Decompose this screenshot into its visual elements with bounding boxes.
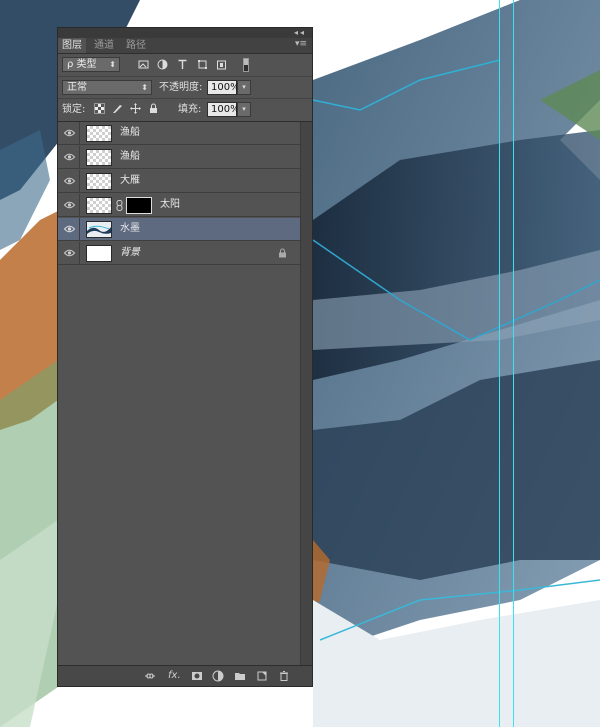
layer-list: 渔船 渔船 大雁 太阳 水墨 背景 bbox=[58, 122, 300, 667]
fill-input[interactable]: 100% bbox=[207, 102, 240, 117]
layer-thumbnail[interactable] bbox=[86, 173, 112, 190]
lock-transparency-icon[interactable] bbox=[94, 103, 105, 114]
new-layer-icon[interactable] bbox=[256, 670, 268, 682]
layer-row-fishing-boat-2[interactable]: 渔船 bbox=[58, 146, 300, 169]
type-filter-icon[interactable] bbox=[177, 59, 188, 70]
lock-fill-row: 锁定: 填充: 100% ▾ bbox=[58, 99, 312, 122]
opacity-label: 不透明度: bbox=[159, 82, 203, 93]
double-chevron-icon[interactable]: ◂◂ bbox=[294, 28, 306, 38]
divider bbox=[79, 146, 80, 168]
visibility-eye-icon[interactable] bbox=[64, 225, 75, 233]
blend-opacity-row: 正常 ⬍ 不透明度: 100% ▾ bbox=[58, 76, 312, 99]
filter-type-dropdown[interactable]: ρ 类型 ⬍ bbox=[62, 57, 120, 72]
layer-thumbnail[interactable] bbox=[86, 125, 112, 142]
layers-panel: ◂◂ 图层 通道 路径 ▾≡ ρ 类型 ⬍ 正常 ⬍ 不透明度: 100% ▾ … bbox=[57, 27, 313, 687]
tab-layers[interactable]: 图层 bbox=[58, 38, 86, 53]
new-group-folder-icon[interactable] bbox=[234, 670, 246, 682]
layer-name[interactable]: 太阳 bbox=[160, 194, 180, 216]
blend-mode-value: 正常 bbox=[67, 82, 87, 93]
panel-menu-icon[interactable]: ▾≡ bbox=[295, 39, 307, 49]
smart-object-filter-icon[interactable] bbox=[216, 59, 227, 70]
visibility-eye-icon[interactable] bbox=[64, 129, 75, 137]
opacity-slider-button[interactable]: ▾ bbox=[237, 80, 251, 95]
layer-name[interactable]: 背景 bbox=[120, 242, 140, 264]
layer-row-fishing-boat-1[interactable]: 渔船 bbox=[58, 122, 300, 145]
layer-row-ink[interactable]: 水墨 bbox=[58, 218, 300, 241]
layer-thumbnail[interactable] bbox=[86, 221, 112, 238]
panel-bottom-bar: fx. bbox=[58, 665, 312, 686]
fill-label: 填充: bbox=[178, 104, 202, 115]
chain-link-icon[interactable] bbox=[116, 200, 123, 211]
shape-filter-icon[interactable] bbox=[197, 59, 208, 70]
divider bbox=[79, 218, 80, 240]
layer-name[interactable]: 水墨 bbox=[120, 218, 140, 240]
add-mask-icon[interactable] bbox=[191, 670, 203, 682]
adjustment-filter-icon[interactable] bbox=[157, 59, 168, 70]
padlock-icon bbox=[279, 248, 286, 258]
filter-toggle-icon[interactable] bbox=[243, 58, 249, 72]
fx-button[interactable]: fx. bbox=[168, 670, 181, 682]
blend-mode-dropdown[interactable]: 正常 ⬍ bbox=[62, 80, 152, 95]
divider bbox=[79, 242, 80, 264]
layer-row-wild-geese[interactable]: 大雁 bbox=[58, 170, 300, 193]
divider bbox=[79, 170, 80, 192]
layer-name[interactable]: 渔船 bbox=[120, 146, 140, 168]
ink-thumbnail-image bbox=[87, 225, 111, 234]
chevron-updown-icon: ⬍ bbox=[141, 83, 148, 92]
opacity-input[interactable]: 100% bbox=[207, 80, 240, 95]
layer-thumbnail[interactable] bbox=[86, 197, 112, 214]
panel-titlebar[interactable]: ◂◂ bbox=[58, 28, 312, 38]
lock-all-icon[interactable] bbox=[148, 103, 159, 114]
lock-position-icon[interactable] bbox=[130, 103, 141, 114]
trash-icon[interactable] bbox=[278, 670, 290, 682]
layer-thumbnail[interactable] bbox=[86, 245, 112, 262]
tab-paths[interactable]: 路径 bbox=[122, 38, 150, 53]
fill-slider-button[interactable]: ▾ bbox=[237, 102, 251, 117]
layer-thumbnail[interactable] bbox=[86, 149, 112, 166]
guide-line[interactable] bbox=[499, 0, 500, 727]
guide-line[interactable] bbox=[513, 0, 514, 727]
visibility-eye-icon[interactable] bbox=[64, 153, 75, 161]
divider bbox=[79, 194, 80, 216]
filter-row: ρ 类型 ⬍ bbox=[58, 54, 312, 77]
divider bbox=[79, 122, 80, 144]
visibility-eye-icon[interactable] bbox=[64, 177, 75, 185]
layer-name[interactable]: 渔船 bbox=[120, 122, 140, 144]
lock-label: 锁定: bbox=[62, 104, 86, 115]
layer-mask-thumbnail[interactable] bbox=[126, 197, 152, 214]
visibility-eye-icon[interactable] bbox=[64, 249, 75, 257]
link-layers-icon[interactable] bbox=[144, 670, 156, 682]
layer-row-background[interactable]: 背景 bbox=[58, 242, 300, 265]
new-adjustment-layer-icon[interactable] bbox=[212, 670, 224, 682]
chevron-updown-icon: ⬍ bbox=[109, 60, 116, 69]
filter-type-label: ρ 类型 bbox=[67, 59, 97, 70]
layer-name[interactable]: 大雁 bbox=[120, 170, 140, 192]
panel-tabs: 图层 通道 路径 ▾≡ bbox=[58, 38, 312, 54]
tab-channels[interactable]: 通道 bbox=[90, 38, 118, 53]
visibility-eye-icon[interactable] bbox=[64, 201, 75, 209]
layer-row-sun[interactable]: 太阳 bbox=[58, 194, 300, 217]
lock-image-pixels-icon[interactable] bbox=[112, 103, 123, 114]
image-filter-icon[interactable] bbox=[138, 59, 149, 70]
layer-list-scrollbar[interactable] bbox=[300, 122, 312, 667]
